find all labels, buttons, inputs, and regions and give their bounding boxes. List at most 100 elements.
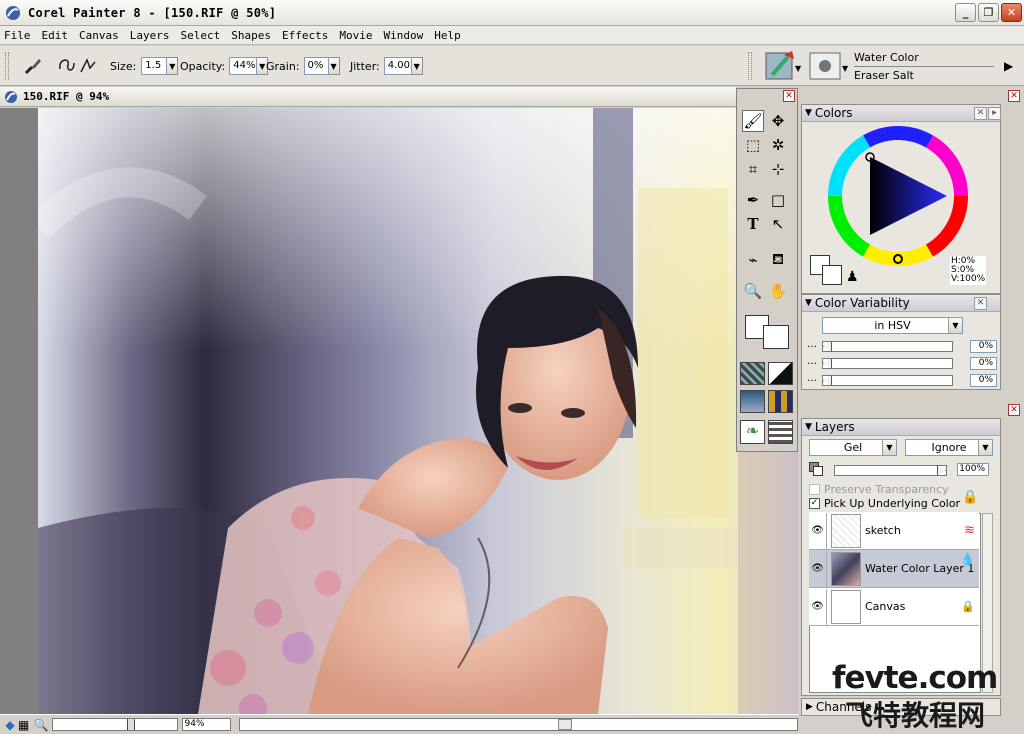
zoom-icon[interactable]: 🔍 <box>34 718 50 732</box>
brush-tool-icon[interactable]: 🖌 <box>742 110 764 132</box>
menu-bar: File Edit Canvas Layers Select Shapes Ef… <box>0 26 1024 45</box>
layer-row-sketch[interactable]: 👁 sketch ≋ <box>809 512 979 550</box>
size-dropdown-arrow[interactable]: ▼ <box>167 57 179 75</box>
horizontal-scrollbar[interactable] <box>239 718 798 731</box>
color-wheel[interactable] <box>827 125 969 267</box>
straight-line-stroke-icon[interactable] <box>78 46 98 86</box>
shape-selection-icon[interactable]: ↖ <box>767 213 789 235</box>
locked-layer-icon: 🔒 <box>961 600 975 613</box>
preserve-transparency-row[interactable]: Preserve Transparency <box>809 483 949 496</box>
pick-up-color-row[interactable]: ✓ Pick Up Underlying Color <box>809 497 960 510</box>
menu-edit[interactable]: Edit <box>42 29 69 42</box>
jitter-label: Jitter: <box>350 59 380 73</box>
menu-shapes[interactable]: Shapes <box>231 29 271 42</box>
channels-expand-icon[interactable]: ▶ <box>806 702 813 712</box>
main-color-swatch[interactable] <box>743 313 791 349</box>
dropper-icon[interactable]: ⌁ <box>742 249 764 271</box>
brush-selector-grip[interactable] <box>748 52 752 80</box>
layer-adjuster-icon[interactable]: ✥ <box>767 110 789 132</box>
colors-main-swatch[interactable] <box>808 255 848 289</box>
value-variability-slider[interactable] <box>822 375 953 386</box>
zoom-slider-thumb[interactable] <box>126 719 135 730</box>
toolbox-close-button[interactable]: ✕ <box>783 90 795 102</box>
crop-icon[interactable]: ⌗ <box>742 158 764 180</box>
colors-collapse-icon[interactable]: ▼ <box>805 108 812 118</box>
variability-panel-close-icon[interactable]: ✕ <box>974 297 987 310</box>
layer-row-canvas[interactable]: 👁 Canvas 🔒 <box>809 588 979 626</box>
pattern-selector-icon[interactable] <box>740 390 765 413</box>
grain-dropdown-arrow[interactable]: ▼ <box>328 57 340 75</box>
brush-category-icon[interactable]: ▼ <box>764 46 804 86</box>
size-input[interactable]: 1.5 <box>141 57 168 75</box>
grid-icon[interactable]: ▦ <box>18 718 34 732</box>
visibility-eye-icon[interactable]: 👁 <box>809 512 827 549</box>
document-title-bar: 150.RIF @ 94% <box>0 87 736 107</box>
paper-selector-icon[interactable] <box>740 362 765 385</box>
pick-up-color-label: Pick Up Underlying Color <box>824 497 960 510</box>
menu-file[interactable]: File <box>4 29 31 42</box>
menu-canvas[interactable]: Canvas <box>79 29 119 42</box>
zoom-slider[interactable] <box>51 718 178 731</box>
hue-variability-slider[interactable] <box>822 341 953 352</box>
menu-window[interactable]: Window <box>383 29 423 42</box>
canvas-area[interactable] <box>0 108 798 714</box>
jitter-dropdown-arrow[interactable]: ▼ <box>411 57 423 75</box>
saturation-variability-value[interactable]: 0% <box>970 357 997 370</box>
restore-button[interactable]: ❐ <box>978 3 999 22</box>
layer-row-water-color[interactable]: 👁 Water Color Layer 1 💧 <box>809 550 979 588</box>
colors-panel-menu-icon[interactable]: ▸ <box>988 107 1001 120</box>
menu-movie[interactable]: Movie <box>339 29 372 42</box>
clone-color-stamp-icon[interactable]: ♟ <box>846 269 859 285</box>
variability-collapse-icon[interactable]: ▼ <box>805 298 812 308</box>
composite-method-select[interactable]: Gel ▼ <box>809 439 897 456</box>
look-selector-icon[interactable] <box>768 420 793 444</box>
layer-opacity-icon <box>809 462 823 476</box>
menu-layers[interactable]: Layers <box>130 29 170 42</box>
grabber-hand-icon[interactable]: ✋ <box>767 280 789 302</box>
saturation-variability-slider[interactable] <box>822 358 953 369</box>
menu-effects[interactable]: Effects <box>282 29 328 42</box>
brush-selector-expand-icon[interactable]: ▶ <box>1004 46 1013 86</box>
paint-bucket-icon[interactable]: ⛾ <box>767 249 789 271</box>
selection-adjuster-icon[interactable]: ⊹ <box>767 158 789 180</box>
layers-collapse-icon[interactable]: ▼ <box>805 422 812 432</box>
composite-depth-value: Ignore <box>931 441 967 454</box>
colors-panel-close-icon[interactable]: ✕ <box>974 107 987 120</box>
grain-input[interactable]: 0% <box>303 57 329 75</box>
pick-up-color-checkbox[interactable]: ✓ <box>809 498 820 509</box>
composite-depth-select[interactable]: Ignore ▼ <box>905 439 993 456</box>
menu-select[interactable]: Select <box>181 29 221 42</box>
jitter-input[interactable]: 4.00 <box>383 57 412 75</box>
toolbar-grip[interactable] <box>5 52 9 80</box>
pen-icon[interactable]: ✒ <box>742 189 764 211</box>
opacity-input[interactable]: 44% <box>229 57 258 75</box>
gradient-selector-icon[interactable] <box>768 362 793 385</box>
magnifier-icon[interactable]: 🔍 <box>742 280 764 302</box>
weaving-selector-icon[interactable] <box>768 390 793 413</box>
lock-layer-icon[interactable]: 🔒 <box>962 490 978 505</box>
value-variability-value[interactable]: 0% <box>970 374 997 387</box>
rectangle-shape-icon[interactable]: □ <box>767 189 789 211</box>
magic-wand-icon[interactable]: ✲ <box>767 134 789 156</box>
rectangular-selection-icon[interactable]: ⬚ <box>742 134 764 156</box>
text-tool-icon[interactable]: T <box>742 213 764 235</box>
drawing-mode-icon[interactable]: ◆ <box>2 717 18 733</box>
visibility-eye-icon[interactable]: 👁 <box>809 550 827 587</box>
minimize-button[interactable]: _ <box>955 3 976 22</box>
svg-text:▼: ▼ <box>842 64 849 73</box>
close-button[interactable]: ✕ <box>1001 3 1022 22</box>
brush-tool-icon[interactable] <box>22 46 44 86</box>
variability-mode-select[interactable]: in HSV ▼ <box>822 317 963 334</box>
nozzle-selector-icon[interactable]: ❧ <box>740 420 765 444</box>
layer-opacity-value[interactable]: 100% <box>957 463 989 476</box>
preserve-transparency-checkbox[interactable] <box>809 484 820 495</box>
panels-close-button[interactable]: ✕ <box>1008 90 1020 102</box>
layer-opacity-slider[interactable] <box>834 465 947 476</box>
freehand-stroke-icon[interactable] <box>56 46 78 86</box>
hue-variability-value[interactable]: 0% <box>970 340 997 353</box>
painting-canvas[interactable] <box>38 108 798 714</box>
menu-help[interactable]: Help <box>434 29 461 42</box>
layers-column-close-button[interactable]: ✕ <box>1008 404 1020 416</box>
visibility-eye-icon[interactable]: 👁 <box>809 588 827 625</box>
brush-variant-icon[interactable]: ▼ <box>808 46 852 86</box>
